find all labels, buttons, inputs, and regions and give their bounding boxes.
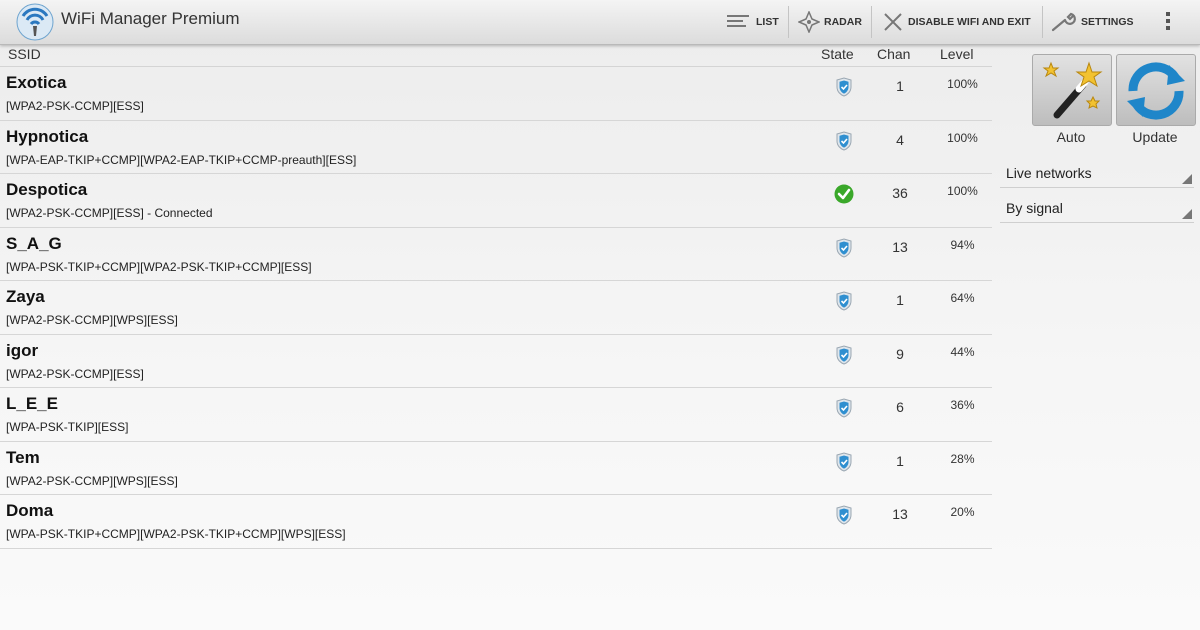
- secured-shield-icon: [834, 237, 854, 258]
- disable-wifi-exit-button[interactable]: DISABLE WIFI AND EXIT: [882, 0, 1031, 44]
- update-button[interactable]: [1116, 54, 1196, 126]
- network-capabilities: [WPA2-PSK-CCMP][WPS][ESS]: [6, 313, 178, 327]
- network-capabilities: [WPA2-PSK-CCMP][ESS]: [6, 99, 144, 113]
- refresh-icon: [1127, 62, 1185, 120]
- ssid-column-header: SSID: [8, 46, 41, 62]
- settings-button[interactable]: SETTINGS: [1051, 0, 1134, 44]
- radar-label: RADAR: [824, 16, 862, 28]
- network-signal-level: 100%: [947, 184, 978, 198]
- network-ssid: Zaya: [6, 287, 45, 306]
- divider: [788, 6, 789, 38]
- network-capabilities: [WPA2-PSK-CCMP][WPS][ESS]: [6, 473, 178, 488]
- network-filter-value: Live networks: [1006, 165, 1092, 181]
- network-channel: 1: [896, 78, 904, 94]
- list-label: LIST: [756, 16, 779, 28]
- radar-button[interactable]: RADAR: [798, 0, 862, 44]
- network-row[interactable]: igor [WPA2-PSK-CCMP][ESS] 9 44%: [0, 335, 992, 388]
- network-ssid: Hypnotica: [6, 126, 89, 146]
- network-row[interactable]: Doma [WPA-PSK-TKIP+CCMP][WPA2-PSK-TKIP+C…: [0, 495, 992, 549]
- magic-wand-icon: [1042, 61, 1103, 119]
- app-title: WiFi Manager Premium: [61, 9, 240, 28]
- close-icon: [884, 13, 902, 31]
- network-channel: 13: [892, 506, 908, 522]
- network-ssid: Tem: [6, 447, 40, 467]
- network-row[interactable]: Zaya [WPA2-PSK-CCMP][WPS][ESS] 1 64%: [0, 281, 992, 335]
- network-signal-level: 100%: [947, 130, 978, 145]
- network-signal-level: 64%: [950, 291, 975, 305]
- wrench-icon: [1051, 12, 1076, 32]
- network-capabilities: [WPA-PSK-TKIP][ESS]: [6, 420, 129, 434]
- dropdown-triangle-icon: [1182, 174, 1192, 184]
- network-ssid: igor: [6, 340, 39, 360]
- divider: [1042, 6, 1043, 38]
- secured-shield-icon: [834, 77, 854, 97]
- auto-button[interactable]: [1032, 54, 1112, 126]
- dropdown-triangle-icon: [1182, 209, 1192, 219]
- network-ssid: Doma: [6, 501, 54, 520]
- secured-shield-icon: [834, 130, 854, 151]
- network-signal-level: 44%: [950, 344, 975, 359]
- level-column-header: Level: [940, 46, 974, 62]
- radar-icon: [798, 11, 820, 33]
- secured-shield-icon: [834, 398, 854, 418]
- network-channel: 9: [896, 345, 904, 362]
- update-label: Update: [1132, 129, 1178, 145]
- network-row[interactable]: L_E_E [WPA-PSK-TKIP][ESS] 6 36%: [0, 388, 992, 442]
- secured-shield-icon: [834, 451, 854, 472]
- network-row[interactable]: Exotica [WPA2-PSK-CCMP][ESS] 1 100%: [0, 67, 992, 121]
- network-signal-level: 100%: [947, 77, 978, 91]
- network-signal-level: 28%: [950, 451, 975, 466]
- divider: [871, 6, 872, 38]
- network-capabilities: [WPA2-PSK-CCMP][ESS]: [6, 366, 144, 381]
- network-filter-spinner[interactable]: Live networks: [1000, 157, 1194, 188]
- network-capabilities: [WPA-PSK-TKIP+CCMP][WPA2-PSK-TKIP+CCMP][…: [6, 259, 312, 274]
- network-signal-level: 20%: [950, 505, 975, 519]
- network-capabilities: [WPA2-PSK-CCMP][ESS] - Connected: [6, 206, 213, 220]
- network-ssid: Despotica: [6, 180, 88, 199]
- list-button[interactable]: LIST: [726, 0, 779, 44]
- sort-order-value: By signal: [1006, 200, 1063, 216]
- list-icon: [727, 15, 749, 27]
- network-list: Exotica [WPA2-PSK-CCMP][ESS] 1 100% Hypn…: [0, 67, 992, 549]
- network-row[interactable]: Tem [WPA2-PSK-CCMP][WPS][ESS] 1 28%: [0, 442, 992, 495]
- network-ssid: Exotica: [6, 73, 67, 92]
- network-channel: 1: [896, 452, 904, 469]
- network-row[interactable]: Hypnotica [WPA-EAP-TKIP+CCMP][WPA2-EAP-T…: [0, 121, 992, 174]
- disable-wifi-exit-label: DISABLE WIFI AND EXIT: [908, 16, 1031, 28]
- action-bar: WiFi Manager Premium LIST RADAR DISABLE …: [0, 0, 1200, 45]
- network-row[interactable]: Despotica [WPA2-PSK-CCMP][ESS] - Connect…: [0, 174, 992, 228]
- chan-column-header: Chan: [877, 46, 911, 62]
- network-signal-level: 94%: [950, 237, 975, 252]
- secured-shield-icon: [834, 291, 854, 311]
- network-channel: 4: [896, 131, 904, 148]
- state-column-header: State: [821, 46, 854, 62]
- secured-shield-icon: [834, 344, 854, 365]
- auto-label: Auto: [1056, 129, 1086, 145]
- network-channel: 1: [896, 292, 904, 308]
- network-capabilities: [WPA-EAP-TKIP+CCMP][WPA2-EAP-TKIP+CCMP-p…: [6, 152, 357, 167]
- network-channel: 6: [896, 399, 904, 415]
- secured-shield-icon: [834, 505, 854, 525]
- network-ssid: L_E_E: [6, 394, 58, 413]
- connected-check-icon: [834, 184, 854, 204]
- network-row[interactable]: S_A_G [WPA-PSK-TKIP+CCMP][WPA2-PSK-TKIP+…: [0, 228, 992, 281]
- overflow-menu-icon[interactable]: [1163, 10, 1173, 34]
- settings-label: SETTINGS: [1081, 16, 1134, 28]
- network-channel: 13: [892, 238, 908, 255]
- network-channel: 36: [892, 185, 908, 201]
- network-capabilities: [WPA-PSK-TKIP+CCMP][WPA2-PSK-TKIP+CCMP][…: [6, 527, 346, 541]
- network-ssid: S_A_G: [6, 233, 62, 253]
- wifi-app-icon: [16, 3, 54, 41]
- sort-order-spinner[interactable]: By signal: [1000, 192, 1194, 223]
- network-signal-level: 36%: [950, 398, 975, 412]
